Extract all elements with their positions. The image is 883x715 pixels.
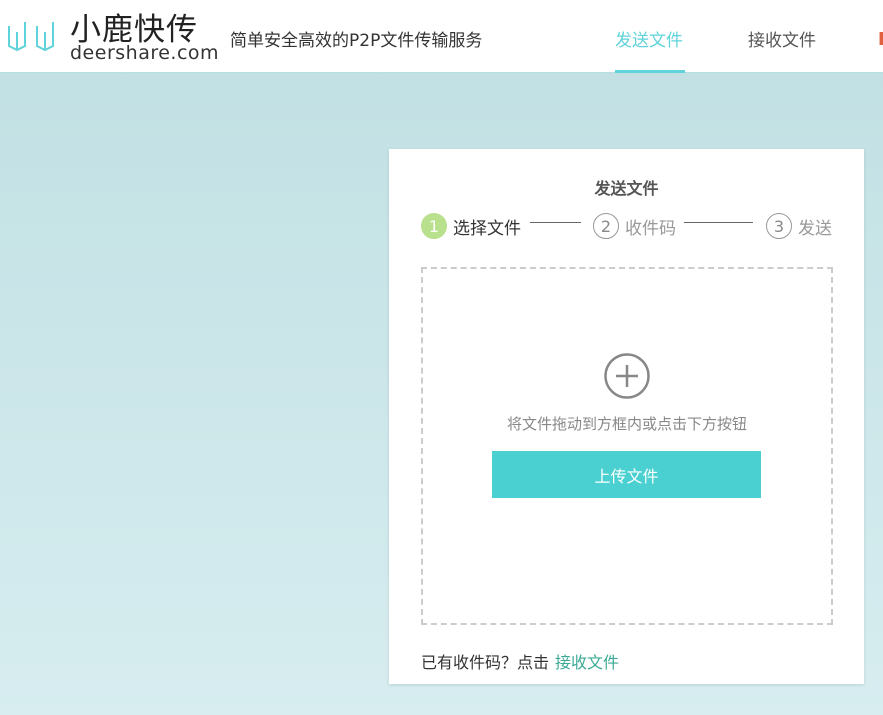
- add-file-icon[interactable]: [604, 353, 650, 399]
- file-drop-zone[interactable]: 将文件拖动到方框内或点击下方按钮 上传文件: [421, 267, 833, 625]
- step-connector: [530, 222, 581, 223]
- upload-file-button[interactable]: 上传文件: [492, 451, 761, 498]
- nav-more-clipped[interactable]: ■: [878, 28, 883, 46]
- step-receive-code: 2 收件码: [593, 213, 676, 239]
- step-send: 3 发送: [766, 213, 832, 239]
- nav-receive-files[interactable]: 接收文件: [748, 26, 816, 51]
- footer-text: 已有收件码？点击: [421, 653, 550, 672]
- send-card: 发送文件 1 选择文件 2 收件码 3 发送 将文件拖动到方框内或点击下方按钮 …: [389, 149, 864, 684]
- step-connector: [684, 222, 753, 223]
- step-select-file: 1 选择文件: [421, 213, 521, 239]
- receive-file-link[interactable]: 接收文件: [555, 653, 619, 672]
- slogan: 简单安全高效的P2P文件传输服务: [230, 31, 483, 51]
- drop-hint: 将文件拖动到方框内或点击下方按钮: [506, 415, 747, 433]
- header: 小鹿快传 deershare.com 简单安全高效的P2P文件传输服务 发送文件…: [0, 0, 883, 73]
- step-number: 2: [593, 213, 619, 239]
- step-label: 选择文件: [453, 218, 521, 239]
- step-number: 3: [766, 213, 792, 239]
- step-label: 发送: [798, 218, 832, 239]
- card-title: 发送文件: [594, 179, 659, 198]
- active-nav-indicator: [615, 70, 685, 73]
- nav-send-files[interactable]: 发送文件: [615, 26, 683, 51]
- step-label: 收件码: [625, 218, 676, 239]
- logo-domain: deershare.com: [70, 42, 220, 64]
- footer-prompt: 已有收件码？点击 接收文件: [421, 649, 619, 673]
- step-number: 1: [421, 213, 447, 239]
- logo-icon: [8, 22, 54, 52]
